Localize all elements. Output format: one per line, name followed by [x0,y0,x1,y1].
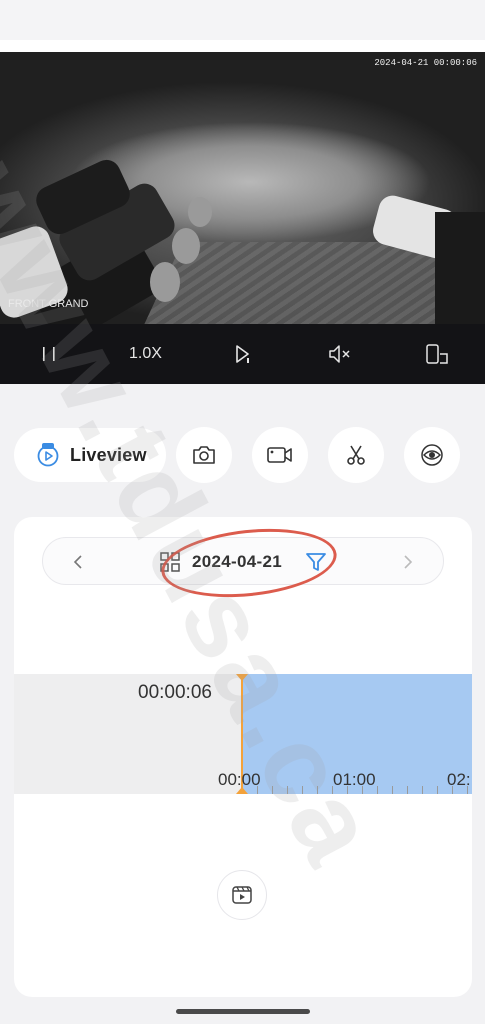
current-time-label: 00:00:06 [138,682,212,703]
zoom-level-button[interactable]: 1.0X [116,334,176,374]
pause-icon [42,347,55,361]
timeline-tick-label: 02: [447,770,471,789]
video-timestamp: 2024-04-21 00:00:06 [374,58,477,68]
player-control-bar: 1.0X [0,324,485,384]
chevron-right-icon[interactable] [403,554,413,570]
play-speed-icon [235,345,249,363]
annotation-circle [158,520,340,606]
eye-icon [421,444,443,466]
camera-icon [193,446,215,464]
privacy-mask-button[interactable] [404,427,460,483]
record-icon [267,447,292,463]
video-clip-icon [232,886,252,904]
video-scene-shrub [150,262,180,302]
header-strip [0,40,485,52]
camera-video-feed[interactable]: 2024-04-21 00:00:06 FRONT GRAND [0,52,485,324]
snapshot-button[interactable] [176,427,232,483]
video-clips-button[interactable] [217,870,267,920]
mute-icon [328,345,350,363]
mute-button[interactable] [310,334,370,374]
live-play-icon [37,443,59,467]
chevron-left-icon[interactable] [73,554,83,570]
rotate-screen-button[interactable] [407,334,467,374]
camera-name-label: FRONT GRAND [8,298,89,310]
video-scene-house [435,212,485,324]
scissors-icon [347,445,365,465]
record-button[interactable] [252,427,308,483]
playback-panel: 2024-04-21 00:00:06 00:00 01:00 02: [14,517,472,997]
timeline-tick-label: 00:00 [218,770,261,789]
timeline-tick-label: 01:00 [333,770,376,789]
play-speed-button[interactable] [213,334,273,374]
video-scene-shrub [172,228,200,264]
date-selector: 2024-04-21 [42,520,444,606]
rotate-screen-icon [425,344,448,364]
liveview-button[interactable]: Liveview [14,428,166,482]
pause-button[interactable] [19,334,79,374]
home-indicator[interactable] [176,1009,310,1014]
playback-timeline[interactable]: 00:00:06 00:00 01:00 02: [14,674,472,794]
liveview-label: Liveview [70,444,147,465]
video-scene-shrub [188,197,212,227]
clip-cut-button[interactable] [328,427,384,483]
status-bar-area [0,0,485,40]
timeline-cursor-marker-top [236,674,248,681]
